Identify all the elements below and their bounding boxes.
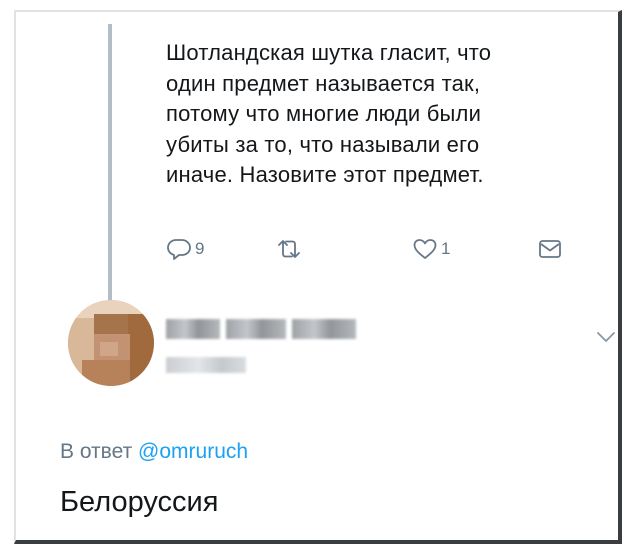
avatar-pixel	[128, 314, 154, 386]
tweet-text-line: один предмет называется так,	[166, 70, 481, 96]
tweet-text-line: иначе. Назовите этот предмет.	[166, 162, 484, 187]
reply-icon	[166, 237, 192, 261]
heart-icon	[412, 237, 438, 261]
chevron-down-icon[interactable]	[594, 328, 618, 346]
blurred-name-part	[166, 319, 220, 339]
avatar[interactable]	[68, 300, 154, 386]
reply-to-label: В ответ @omruruch	[60, 440, 248, 464]
tweet-text-line: потому что многие люди были	[166, 101, 482, 126]
reply-button[interactable]: 9	[166, 234, 204, 264]
tweet-text: Шотландская шутка гласит, что один предм…	[166, 38, 596, 191]
blurred-name-part	[292, 319, 356, 339]
mention-link[interactable]: @omruruch	[138, 440, 248, 463]
thread-connector-line	[108, 24, 112, 306]
avatar-pixel	[100, 342, 118, 356]
tweet-thread-card: Шотландская шутка гласит, что один предм…	[14, 10, 622, 544]
blurred-name-part	[226, 319, 286, 339]
direct-message-button[interactable]	[538, 234, 562, 264]
retweet-button[interactable]	[274, 234, 304, 264]
envelope-icon	[538, 238, 562, 260]
tweet-text-line: Шотландская шутка гласит, что	[166, 40, 492, 65]
like-count: 1	[441, 239, 451, 258]
blurred-display-name	[166, 319, 358, 339]
reply-text: Белоруссия	[60, 486, 219, 518]
reply-count: 9	[195, 239, 205, 258]
like-button[interactable]: 1	[412, 234, 450, 264]
tweet-actions-bar: 9 1	[166, 234, 586, 264]
blurred-username	[166, 357, 246, 373]
tweet-text-line: убиты за то, что называли его	[166, 131, 480, 157]
retweet-icon	[274, 237, 304, 261]
reply-to-prefix: В ответ	[60, 440, 133, 463]
avatar-pixel	[82, 360, 130, 386]
